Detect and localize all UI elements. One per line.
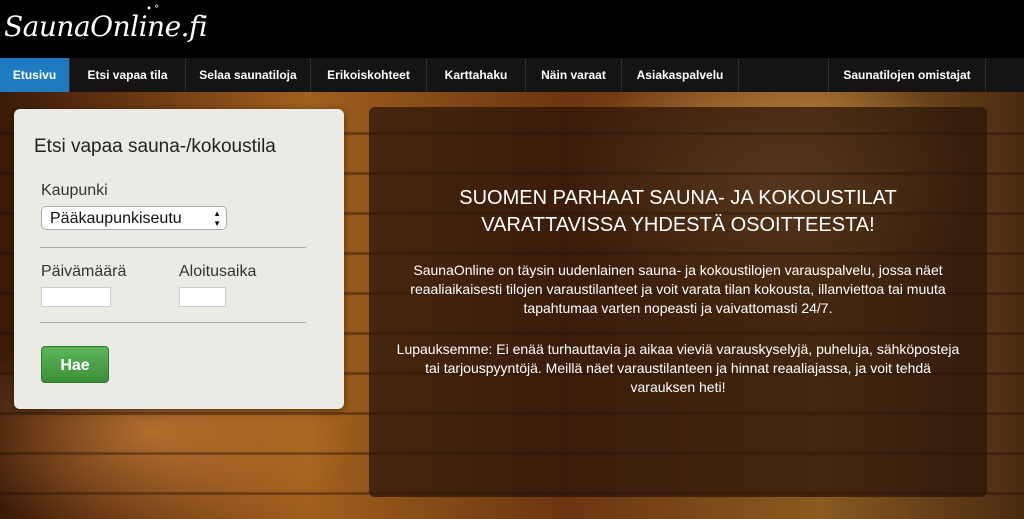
promise-paragraph: Lupauksemme: Ei enää turhauttavia ja aik… xyxy=(396,341,960,395)
divider xyxy=(40,247,306,248)
logo-text: SaunaOnline.fi xyxy=(4,10,208,43)
site-header: SaunaOnline.fi • ° xyxy=(0,0,1024,58)
date-label: Päivämäärä xyxy=(41,263,127,280)
nav-item-selaa-saunatiloja[interactable]: Selaa saunatiloja xyxy=(186,58,311,92)
intro-paragraph: SaunaOnline on täysin uudenlainen sauna-… xyxy=(410,262,946,316)
main-nav: Etusivu Etsi vapaa tila Selaa saunatiloj… xyxy=(0,58,1024,93)
search-title: Etsi vapaa sauna-/kokoustila xyxy=(34,136,276,157)
info-panel: SUOMEN PARHAAT SAUNA- JA KOKOUSTILAT VAR… xyxy=(369,107,987,497)
city-label: Kaupunki xyxy=(41,182,108,199)
city-select-value: Pääkaupunkiseutu xyxy=(50,210,182,227)
hero-headline: SUOMEN PARHAAT SAUNA- JA KOKOUSTILAT VAR… xyxy=(369,185,987,239)
logo-bubbles-icon: • ° xyxy=(146,4,159,15)
site-logo[interactable]: SaunaOnline.fi • ° xyxy=(4,4,208,43)
time-label: Aloitusaika xyxy=(179,263,257,280)
nav-item-saunatilojen-omistajat[interactable]: Saunatilojen omistajat xyxy=(828,58,986,92)
city-select[interactable]: Pääkaupunkiseutu ▲ ▼ xyxy=(41,206,227,230)
nav-item-asiakaspalvelu[interactable]: Asiakaspalvelu xyxy=(622,58,739,92)
headline-line-1: SUOMEN PARHAAT SAUNA- JA KOKOUSTILAT xyxy=(459,187,897,209)
select-arrows-icon: ▲ ▼ xyxy=(213,209,221,228)
nav-item-nain-varaat[interactable]: Näin varaat xyxy=(526,58,622,92)
headline-line-2: VARATTAVISSA YHDESTÄ OSOITTEESTA! xyxy=(481,214,875,236)
nav-item-karttahaku[interactable]: Karttahaku xyxy=(427,58,526,92)
date-input[interactable] xyxy=(41,287,111,307)
search-button[interactable]: Hae xyxy=(41,346,109,383)
time-input[interactable] xyxy=(179,287,226,307)
divider xyxy=(40,322,306,323)
nav-item-erikoiskohteet[interactable]: Erikoiskohteet xyxy=(311,58,427,92)
nav-item-etusivu[interactable]: Etusivu xyxy=(0,58,70,92)
nav-item-etsi-vapaa-tila[interactable]: Etsi vapaa tila xyxy=(70,58,186,92)
search-panel: Etsi vapaa sauna-/kokoustila Kaupunki Pä… xyxy=(14,109,344,409)
